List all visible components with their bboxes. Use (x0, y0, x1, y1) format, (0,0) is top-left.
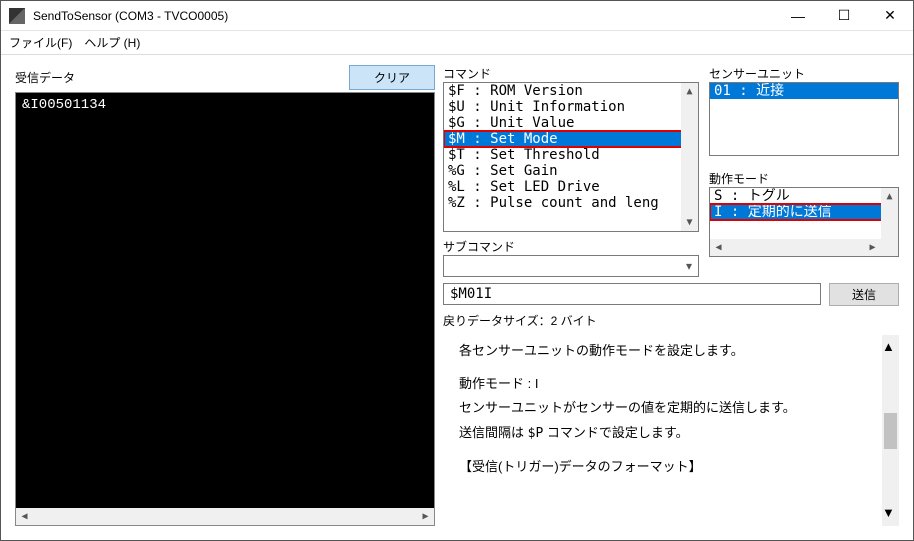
sensor-unit-listbox[interactable]: 01 : 近接 (709, 82, 899, 156)
close-button[interactable]: ✕ (867, 1, 913, 31)
mode-listbox[interactable]: S : トグル I : 定期的に送信 ▲ ▼ ◀ ▶ (709, 187, 899, 257)
return-size-label: 戻りデータサイズ：2 バイト (443, 312, 899, 329)
sensor-unit-item[interactable]: 01 : 近接 (710, 83, 898, 99)
scroll-left-icon[interactable]: ◀ (16, 508, 33, 525)
command-item[interactable]: %L : Set LED Drive (444, 179, 698, 195)
maximize-button[interactable]: ☐ (821, 1, 867, 31)
scroll-left-icon[interactable]: ◀ (710, 239, 727, 256)
command-item[interactable]: $T : Set Threshold (444, 147, 698, 163)
menubar: ファイル(F) ヘルプ (H) (1, 31, 913, 55)
mode-item[interactable]: S : トグル (710, 188, 898, 204)
command-item[interactable]: $F : ROM Version (444, 83, 698, 99)
desc-vscroll[interactable]: ▲ ▼ (882, 335, 899, 526)
desc-line: センサーユニットがセンサーの値を定期的に送信します。 (459, 400, 796, 415)
console-hscroll[interactable]: ◀ ▶ (16, 508, 434, 525)
chevron-down-icon[interactable]: ▾ (680, 259, 698, 273)
console-line: &I00501134 (22, 97, 428, 113)
receive-data-label: 受信データ (15, 69, 75, 86)
window-title: SendToSensor (COM3 - TVCO0005) (33, 9, 775, 23)
desc-line: 送信間隔は $P コマンドで設定します。 (459, 425, 689, 440)
command-label: コマンド (443, 65, 699, 82)
send-button[interactable]: 送信 (829, 283, 899, 306)
scroll-right-icon[interactable]: ▶ (417, 508, 434, 525)
command-listbox[interactable]: $F : ROM Version $U : Unit Information $… (443, 82, 699, 232)
menu-file[interactable]: ファイル(F) (9, 34, 72, 51)
subcommand-combo[interactable]: ▾ (443, 255, 699, 277)
command-item[interactable]: %Z : Pulse count and leng (444, 195, 698, 211)
scroll-up-icon[interactable]: ▲ (881, 188, 898, 205)
scroll-right-icon[interactable]: ▶ (864, 239, 881, 256)
desc-line: 動作モード : I (459, 376, 538, 391)
scroll-up-icon[interactable]: ▲ (681, 83, 698, 100)
command-vscroll[interactable]: ▲ ▼ (681, 83, 698, 231)
scroll-thumb[interactable] (884, 413, 897, 449)
mode-item-selected[interactable]: I : 定期的に送信 (710, 204, 898, 220)
menu-help[interactable]: ヘルプ (H) (84, 34, 140, 51)
minimize-button[interactable]: ― (775, 1, 821, 31)
app-icon (9, 8, 25, 24)
send-input[interactable] (443, 283, 821, 305)
desc-line: 【受信(トリガー)データのフォーマット】 (459, 455, 891, 480)
command-item[interactable]: $G : Unit Value (444, 115, 698, 131)
subcommand-label: サブコマンド (443, 238, 699, 255)
command-item[interactable]: %G : Set Gain (444, 163, 698, 179)
mode-label: 動作モード (709, 170, 899, 187)
titlebar: SendToSensor (COM3 - TVCO0005) ― ☐ ✕ (1, 1, 913, 31)
sensor-unit-label: センサーユニット (709, 65, 899, 82)
desc-line: 各センサーユニットの動作モードを設定します。 (459, 339, 891, 364)
mode-hscroll[interactable]: ◀ ▶ (710, 239, 881, 256)
scroll-up-icon[interactable]: ▲ (882, 335, 899, 360)
receive-console[interactable]: &I00501134 ◀ ▶ (15, 92, 435, 526)
clear-button[interactable]: クリア (349, 65, 435, 90)
scroll-down-icon[interactable]: ▼ (681, 214, 698, 231)
description-panel[interactable]: 各センサーユニットの動作モードを設定します。 動作モード : I センサーユニッ… (443, 335, 899, 526)
scroll-corner (881, 239, 898, 256)
scroll-down-icon[interactable]: ▼ (882, 501, 899, 526)
command-item[interactable]: $U : Unit Information (444, 99, 698, 115)
command-item-selected[interactable]: $M : Set Mode (444, 131, 698, 147)
